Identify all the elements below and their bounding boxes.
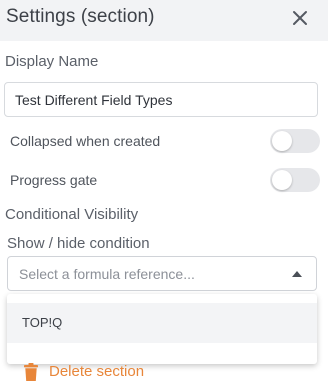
chevron-up-icon[interactable] [292, 271, 302, 277]
progress-gate-toggle[interactable] [270, 168, 320, 192]
conditional-visibility-heading: Conditional Visibility [5, 206, 139, 223]
dropdown-option-label: TOP!Q [22, 315, 63, 330]
delete-section-label: Delete section [49, 363, 145, 380]
panel-title: Settings (section) [6, 6, 155, 27]
collapsed-when-created-label: Collapsed when created [10, 133, 161, 149]
display-name-input[interactable] [4, 82, 318, 117]
settings-header: Settings (section) [0, 0, 328, 41]
show-hide-condition-label: Show / hide condition [7, 235, 150, 252]
formula-reference-select[interactable]: Select a formula reference... [7, 256, 317, 291]
collapsed-when-created-toggle[interactable] [270, 129, 320, 153]
formula-reference-dropdown: TOP!Q [7, 294, 317, 364]
progress-gate-label: Progress gate [10, 172, 98, 188]
dropdown-option-topq[interactable]: TOP!Q [7, 303, 317, 343]
toggle-knob [272, 170, 292, 190]
trash-icon [24, 363, 38, 381]
display-name-label: Display Name [5, 53, 99, 70]
toggle-knob [272, 131, 292, 151]
close-icon[interactable] [289, 7, 311, 29]
select-placeholder: Select a formula reference... [19, 266, 195, 282]
